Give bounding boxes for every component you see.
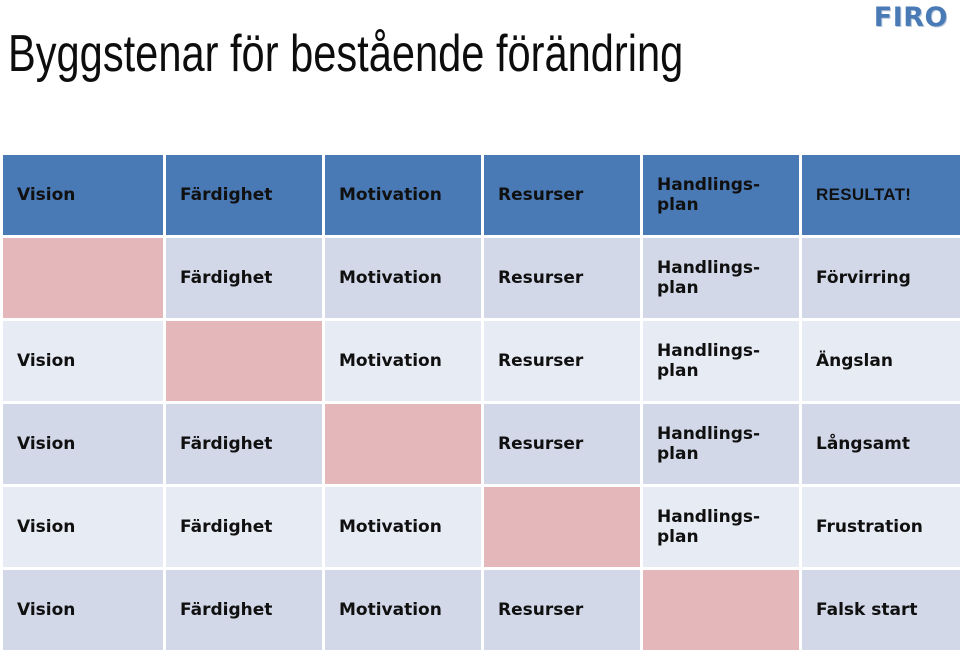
matrix-cell-handlingsplan: Handlings- plan (643, 404, 799, 484)
matrix-cell-motivation: Motivation (325, 570, 481, 650)
matrix-cell-fardighet: Färdighet (166, 404, 322, 484)
matrix-row: Vision Färdighet Resurser Handlings- plan Lå… (3, 404, 960, 484)
matrix-body: Vision Färdighet Motivation Resurser Handlin… (3, 155, 960, 650)
matrix-cell-missing-fardighet (166, 321, 322, 401)
matrix-cell-resurser: Resurser (484, 238, 640, 318)
matrix-cell-fardighet: Färdighet (166, 155, 322, 235)
matrix-cell-vision: Vision (3, 155, 163, 235)
matrix-cell-missing-motivation (325, 404, 481, 484)
page-title: Byggstenar för bestående förändring (8, 25, 684, 83)
matrix-cell-resurser: Resurser (484, 570, 640, 650)
matrix-cell-resultat: Långsamt (802, 404, 960, 484)
matrix-cell-handlingsplan: Handlings- plan (643, 321, 799, 401)
change-model-matrix: Vision Färdighet Motivation Resurser Handlin… (0, 152, 960, 653)
matrix-cell-missing-handlingsplan (643, 570, 799, 650)
matrix-cell-resultat: Förvirring (802, 238, 960, 318)
matrix-cell-fardighet: Färdighet (166, 570, 322, 650)
matrix-cell-resultat: RESULTAT! (802, 155, 960, 235)
matrix-cell-missing-resurser (484, 487, 640, 567)
matrix-cell-vision: Vision (3, 321, 163, 401)
matrix-cell-resurser: Resurser (484, 321, 640, 401)
matrix-cell-resultat: Falsk start (802, 570, 960, 650)
matrix-cell-motivation: Motivation (325, 321, 481, 401)
matrix-row: Vision Färdighet Motivation Resurser Falsk s… (3, 570, 960, 650)
matrix-cell-resultat: Ängslan (802, 321, 960, 401)
matrix-row: Vision Motivation Resurser Handlings- plan Ä… (3, 321, 960, 401)
matrix-cell-motivation: Motivation (325, 487, 481, 567)
matrix-cell-handlingsplan: Handlings- plan (643, 487, 799, 567)
matrix-cell-missing-vision (3, 238, 163, 318)
matrix-cell-resurser: Resurser (484, 155, 640, 235)
matrix-cell-motivation: Motivation (325, 155, 481, 235)
matrix-cell-motivation: Motivation (325, 238, 481, 318)
matrix-header-row: Vision Färdighet Motivation Resurser Handlin… (3, 155, 960, 235)
matrix-cell-vision: Vision (3, 487, 163, 567)
slide-header: FIRO Byggstenar för bestående förändring (0, 0, 960, 150)
matrix-row: Vision Färdighet Motivation Handlings- plan… (3, 487, 960, 567)
matrix-cell-handlingsplan: Handlings- plan (643, 155, 799, 235)
matrix-cell-fardighet: Färdighet (166, 487, 322, 567)
matrix-cell-resurser: Resurser (484, 404, 640, 484)
matrix-cell-vision: Vision (3, 570, 163, 650)
matrix-row: Färdighet Motivation Resurser Handlings- pl… (3, 238, 960, 318)
matrix-cell-vision: Vision (3, 404, 163, 484)
matrix-cell-fardighet: Färdighet (166, 238, 322, 318)
matrix-cell-resultat: Frustration (802, 487, 960, 567)
firo-logo: FIRO (873, 2, 948, 33)
matrix-cell-handlingsplan: Handlings- plan (643, 238, 799, 318)
